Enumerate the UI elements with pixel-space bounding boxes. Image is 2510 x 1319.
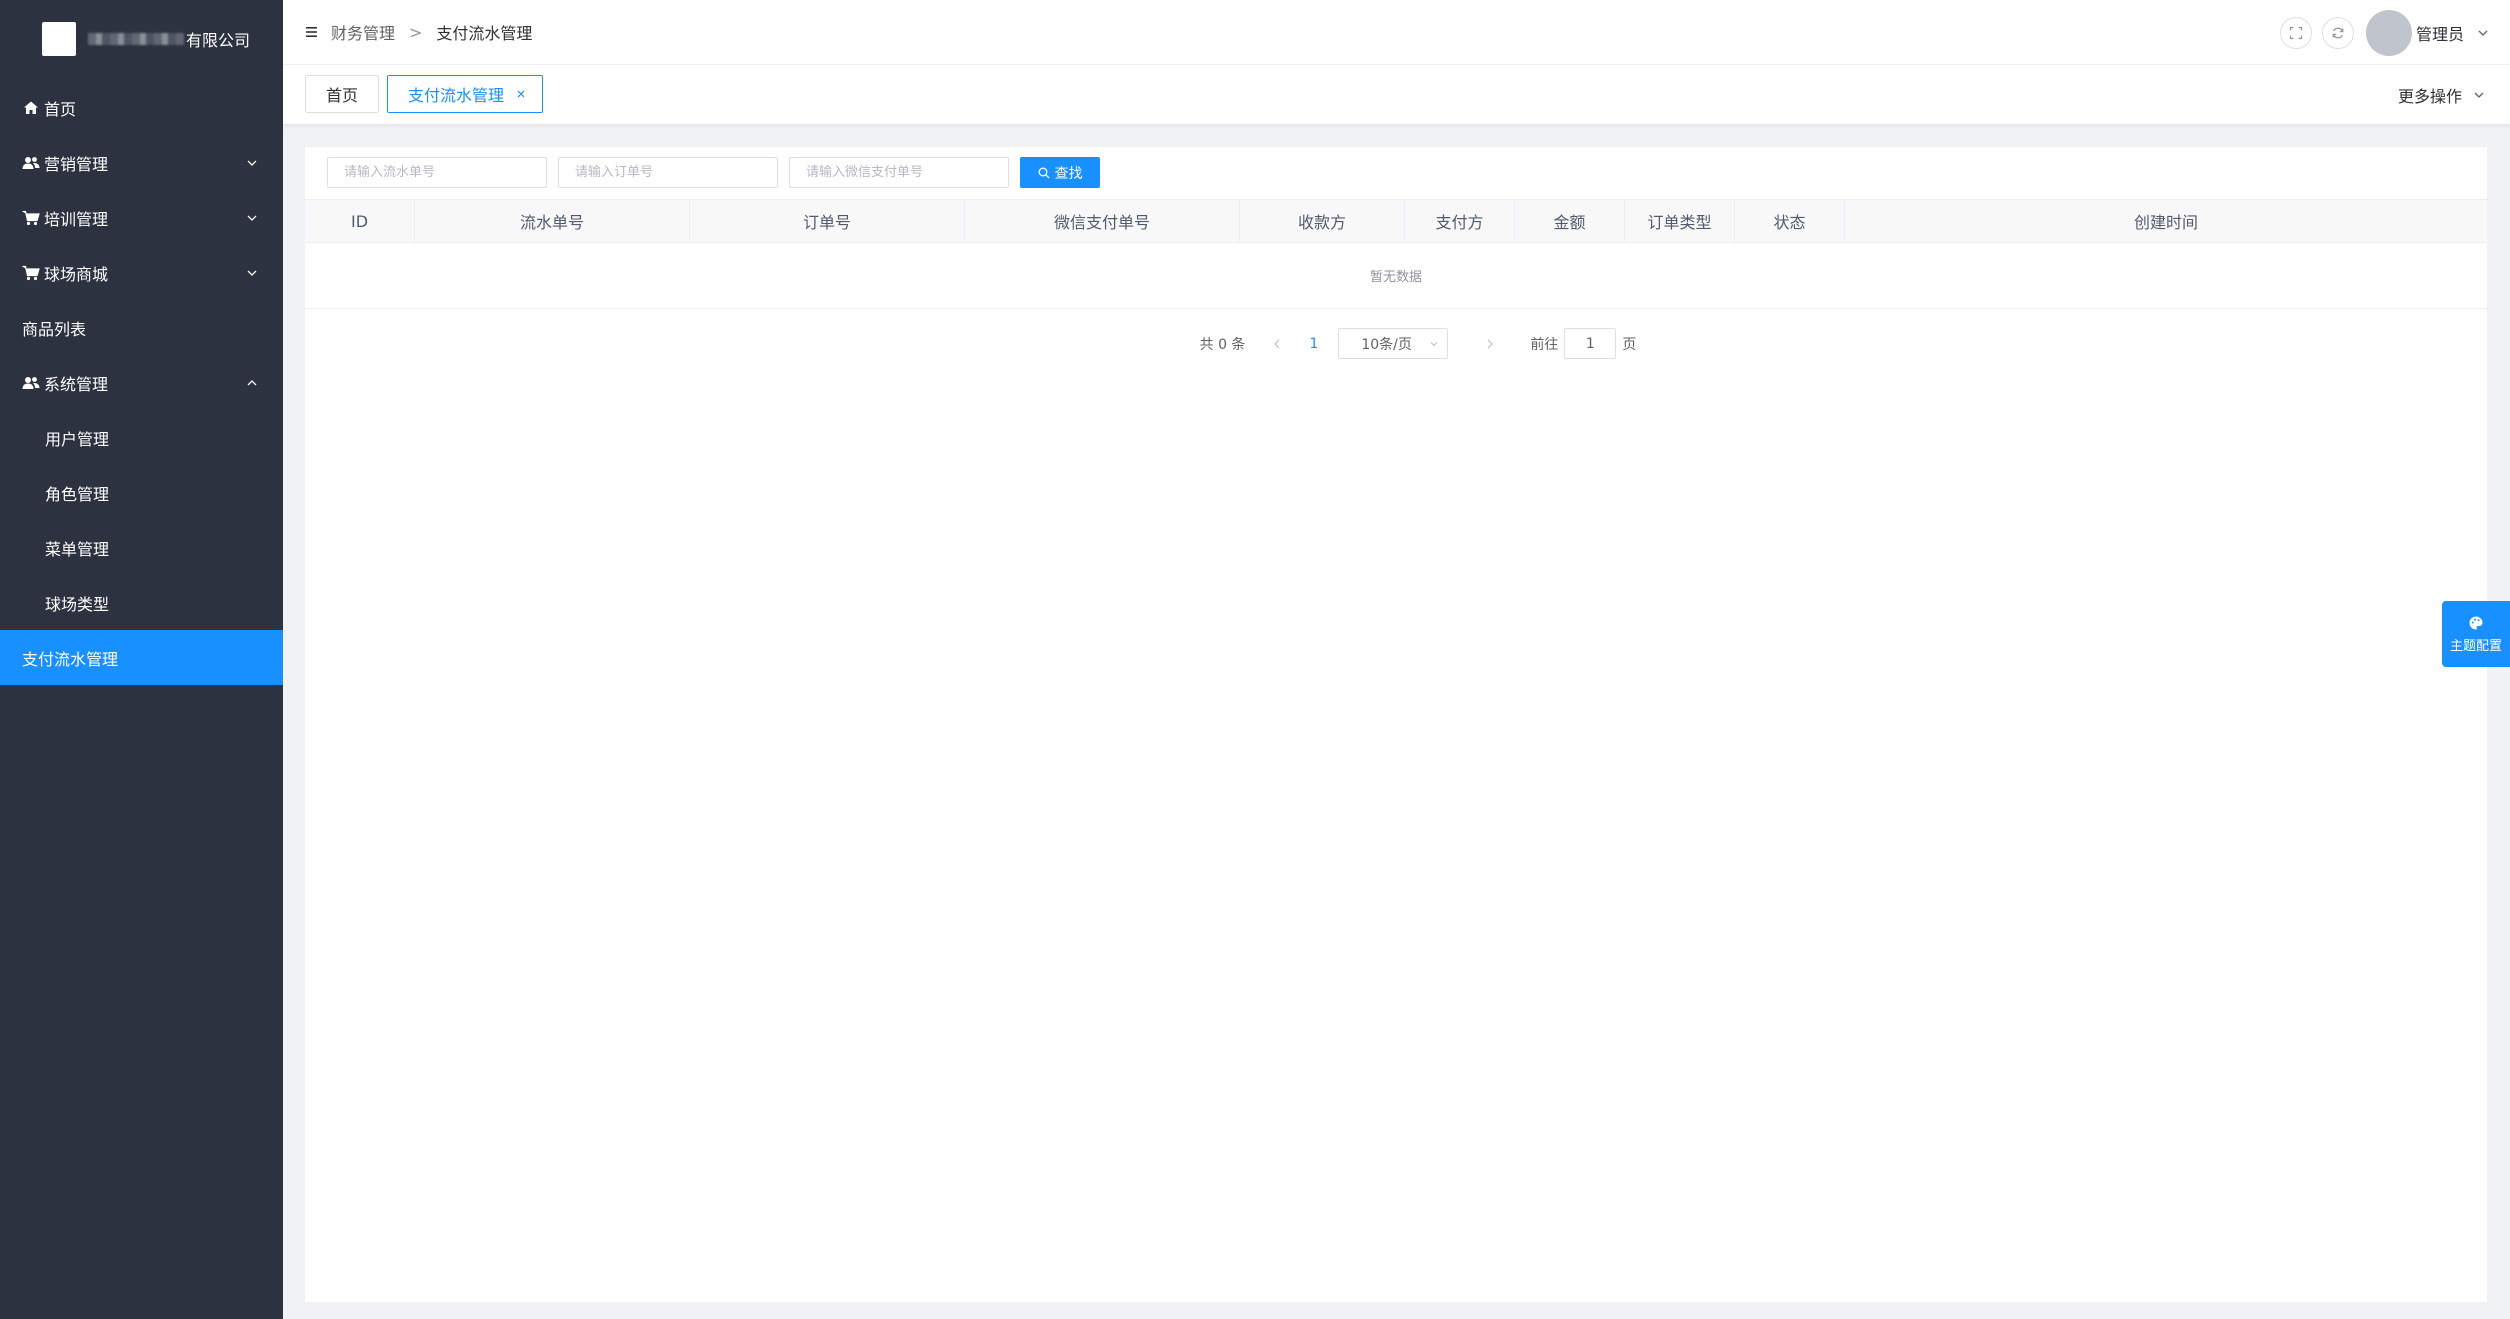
breadcrumb: 财务管理 > 支付流水管理: [331, 20, 532, 44]
sidebar-item-label: 角色管理: [45, 484, 110, 504]
sidebar-item-mall[interactable]: 球场商城: [0, 245, 283, 300]
chevron-down-icon: [2474, 92, 2484, 98]
sidebar-item-label: 首页: [44, 99, 77, 119]
chevron-right-icon: [1487, 339, 1494, 348]
sidebar-item-label: 培训管理: [44, 209, 109, 229]
sidebar-item-label: 球场类型: [45, 594, 110, 614]
theme-config-label: 主题配置: [2449, 638, 2502, 654]
home-icon: [22, 99, 40, 117]
chevron-up-icon: [247, 379, 257, 385]
chevron-down-icon: [247, 270, 257, 276]
more-operations-dropdown[interactable]: 更多操作: [2398, 65, 2486, 125]
users-icon: [22, 374, 40, 392]
tabs-bar: 首页 支付流水管理 更多操作: [283, 65, 2510, 125]
page-number-1[interactable]: 1: [1309, 336, 1318, 352]
fullscreen-icon: [2289, 26, 2303, 39]
sidebar-item-court-types[interactable]: 球场类型: [0, 575, 283, 630]
palette-icon: [2469, 616, 2483, 629]
sidebar-menu: 首页 营销管理 培训管理 球场商城 商品列表 系统管理 用户管理 角色管理 菜单…: [0, 80, 283, 685]
close-icon[interactable]: [516, 89, 526, 99]
search-icon: [1038, 167, 1049, 178]
logo-image: [42, 22, 76, 56]
breadcrumb-item-finance[interactable]: 财务管理: [331, 20, 395, 44]
fullscreen-button[interactable]: [2279, 16, 2312, 49]
sidebar-item-label: 商品列表: [22, 319, 87, 339]
search-form: 查找: [327, 157, 1100, 188]
main-content: 查找 ID 流水单号 订单号 微信支付单号 收款方 支付方 金额 订单类型 状态…: [305, 147, 2487, 1302]
tab-label: 首页: [326, 86, 359, 105]
tab-label: 支付流水管理: [408, 86, 505, 105]
sidebar-item-product-list[interactable]: 商品列表: [0, 300, 283, 355]
sidebar-item-label: 菜单管理: [45, 539, 110, 559]
sidebar-item-label: 用户管理: [45, 429, 110, 449]
chevron-down-icon: [247, 215, 257, 221]
sidebar-item-users[interactable]: 用户管理: [0, 410, 283, 465]
goto-label: 前往: [1530, 336, 1559, 353]
top-header: 财务管理 > 支付流水管理 管理员: [283, 0, 2510, 65]
serial-number-input[interactable]: [327, 157, 547, 188]
search-button[interactable]: 查找: [1020, 157, 1100, 188]
table-header: ID 流水单号 订单号 微信支付单号 收款方 支付方 金额 订单类型 状态 创建…: [305, 199, 2487, 243]
logo: 有限公司: [0, 0, 283, 78]
search-button-label: 查找: [1054, 165, 1083, 182]
goto-page-input[interactable]: [1564, 328, 1617, 359]
company-name: 有限公司: [186, 31, 251, 50]
users-icon: [22, 154, 40, 172]
breadcrumb-item-current: 支付流水管理: [436, 24, 533, 43]
chevron-down-icon: [247, 160, 257, 166]
pagination-total: 共 0 条: [1199, 336, 1246, 353]
sidebar-item-label: 支付流水管理: [22, 649, 119, 669]
refresh-icon: [2332, 27, 2344, 38]
refresh-button[interactable]: [2321, 16, 2354, 49]
column-header: 支付方: [1405, 200, 1515, 242]
wechat-pay-number-input[interactable]: [789, 157, 1009, 188]
avatar[interactable]: [2365, 9, 2412, 56]
order-number-input[interactable]: [558, 157, 778, 188]
column-header: ID: [305, 200, 415, 242]
user-name[interactable]: 管理员: [2416, 21, 2464, 45]
prev-page-button[interactable]: [1265, 332, 1289, 356]
empty-placeholder: 暂无数据: [1369, 270, 1422, 285]
page-size-value: 10条/页: [1361, 336, 1412, 353]
column-header: 订单类型: [1625, 200, 1735, 242]
column-header: 订单号: [690, 200, 965, 242]
more-operations-label: 更多操作: [2397, 87, 2462, 106]
cart-icon: [22, 264, 40, 282]
cart-icon: [22, 209, 40, 227]
column-header: 流水单号: [415, 200, 690, 242]
sidebar-item-training[interactable]: 培训管理: [0, 190, 283, 245]
column-header: 微信支付单号: [965, 200, 1240, 242]
sidebar-item-home[interactable]: 首页: [0, 80, 283, 135]
tab-payment-flow[interactable]: 支付流水管理: [387, 75, 544, 113]
chevron-down-icon[interactable]: [2476, 26, 2490, 40]
tab-home[interactable]: 首页: [305, 75, 380, 113]
sidebar-item-system[interactable]: 系统管理: [0, 355, 283, 410]
logo-blurred-text: [88, 33, 184, 45]
chevron-down-icon: [1430, 342, 1438, 347]
payment-flow-table: ID 流水单号 订单号 微信支付单号 收款方 支付方 金额 订单类型 状态 创建…: [305, 199, 2487, 309]
chevron-left-icon: [1274, 339, 1280, 348]
next-page-button[interactable]: [1478, 332, 1502, 356]
breadcrumb-separator: >: [409, 22, 423, 42]
column-header: 金额: [1515, 200, 1625, 242]
sidebar-item-menus[interactable]: 菜单管理: [0, 520, 283, 575]
theme-config-button[interactable]: 主题配置: [2442, 601, 2510, 667]
sidebar-item-marketing[interactable]: 营销管理: [0, 135, 283, 190]
sidebar-item-label: 系统管理: [44, 374, 109, 394]
sidebar-item-label: 营销管理: [44, 154, 109, 174]
sidebar-item-label: 球场商城: [44, 264, 109, 284]
page-size-select[interactable]: 10条/页: [1338, 328, 1449, 359]
sidebar-item-roles[interactable]: 角色管理: [0, 465, 283, 520]
pagination: 共 0 条 1 10条/页 前往 页: [305, 328, 2487, 359]
menu-toggle-icon[interactable]: [305, 24, 321, 40]
sidebar: 有限公司 首页 营销管理 培训管理 球场商城 商品列表 系统管理 用户管理 角色…: [0, 0, 283, 1319]
page-suffix: 页: [1622, 336, 1637, 353]
column-header: 创建时间: [2133, 213, 2198, 232]
sidebar-item-payment-flow[interactable]: 支付流水管理: [0, 630, 283, 685]
header-actions: 管理员: [2270, 0, 2490, 65]
column-header: 收款方: [1240, 200, 1405, 242]
column-header: 状态: [1735, 200, 1845, 242]
